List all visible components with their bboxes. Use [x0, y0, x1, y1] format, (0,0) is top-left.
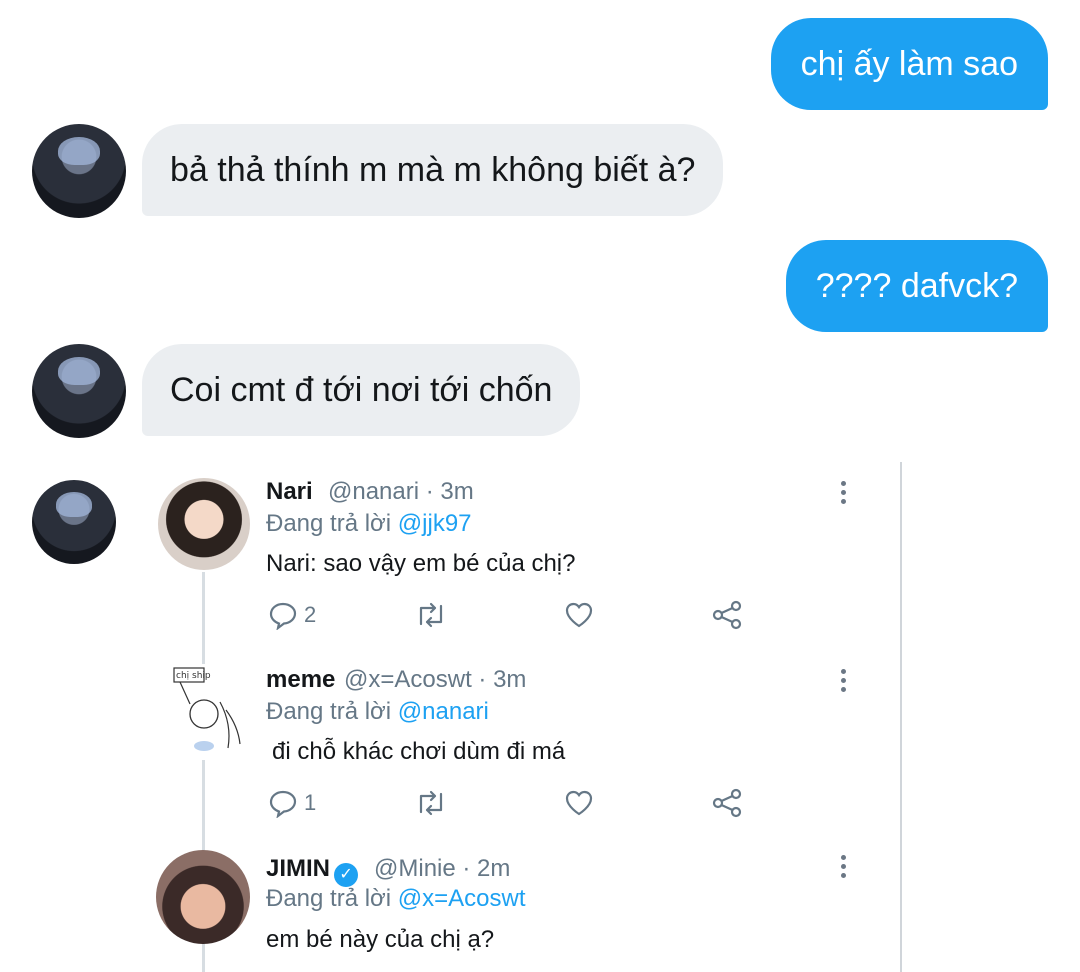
- contact-avatar[interactable]: [32, 344, 126, 438]
- share-action[interactable]: [712, 788, 742, 818]
- tweet-text: đi chỗ khác chơi dùm đi má: [272, 738, 566, 765]
- meme-avatar[interactable]: chị ship: [160, 664, 248, 760]
- tweet-author-handle: @nanari · 3m: [328, 478, 474, 505]
- more-vertical-icon[interactable]: [838, 855, 848, 878]
- sketch-sign-text: chị ship: [176, 671, 211, 681]
- tweet-author-name[interactable]: meme: [266, 666, 335, 694]
- more-vertical-icon[interactable]: [838, 481, 848, 504]
- reply-count: 2: [304, 602, 317, 627]
- share-icon: [712, 600, 742, 630]
- tweet-author-name[interactable]: JIMIN ✓: [266, 855, 359, 887]
- reply-action[interactable]: 2: [268, 600, 316, 630]
- mention-link[interactable]: @jjk97: [398, 510, 472, 537]
- share-action[interactable]: [712, 600, 742, 630]
- contact-avatar[interactable]: [32, 124, 126, 218]
- comment-icon: [269, 790, 297, 818]
- like-action[interactable]: [564, 600, 594, 630]
- mention-link[interactable]: @nanari: [398, 698, 489, 725]
- retweet-action[interactable]: [414, 788, 448, 818]
- comment-icon: [269, 602, 297, 630]
- jimin-avatar[interactable]: [156, 850, 250, 944]
- share-icon: [712, 788, 742, 818]
- replying-to: Đang trả lời @nanari: [266, 698, 489, 725]
- tweet-text: em bé này của chị ạ?: [266, 926, 495, 953]
- tweet-author-handle: @x=Acoswt · 3m: [344, 666, 527, 693]
- heart-icon: [565, 790, 593, 816]
- tweet-author-handle: @Minie · 2m: [374, 855, 511, 882]
- incoming-message[interactable]: bả thả thính m mà m không biết à?: [142, 124, 724, 216]
- reply-action[interactable]: 1: [268, 788, 316, 818]
- outgoing-message[interactable]: chị ấy làm sao: [770, 18, 1048, 110]
- contact-avatar[interactable]: [32, 480, 116, 564]
- replying-to: Đang trả lời @jjk97: [266, 510, 472, 537]
- incoming-message[interactable]: Coi cmt đ tới nơi tới chốn: [142, 344, 581, 436]
- tweet-author-name[interactable]: Nari: [266, 478, 313, 506]
- nari-avatar[interactable]: [158, 478, 250, 570]
- more-vertical-icon[interactable]: [838, 669, 848, 692]
- like-action[interactable]: [564, 788, 594, 818]
- mention-link[interactable]: @x=Acoswt: [398, 885, 526, 912]
- reply-count: 1: [304, 790, 317, 815]
- replying-to: Đang trả lời @x=Acoswt: [266, 885, 526, 912]
- retweet-icon: [419, 790, 443, 816]
- outgoing-message[interactable]: ???? dafvck?: [785, 240, 1048, 332]
- retweet-action[interactable]: [414, 600, 448, 630]
- tweet-text: Nari: sao vậy em bé của chị?: [266, 550, 576, 577]
- heart-icon: [565, 602, 593, 628]
- verified-badge-icon: ✓: [334, 863, 359, 887]
- retweet-icon: [419, 602, 443, 628]
